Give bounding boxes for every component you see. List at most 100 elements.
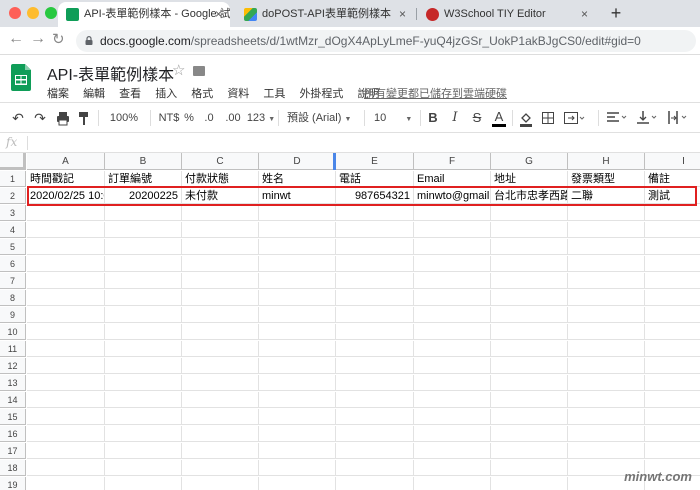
font-size-select[interactable]: 10 ▼ xyxy=(374,109,414,127)
cell[interactable] xyxy=(568,358,645,374)
cell[interactable] xyxy=(491,239,568,255)
italic-button[interactable]: I xyxy=(448,109,462,127)
cell[interactable] xyxy=(259,307,336,323)
cell[interactable] xyxy=(568,409,645,425)
cell[interactable] xyxy=(27,426,105,442)
column-header-a[interactable]: A xyxy=(27,153,105,170)
cell[interactable] xyxy=(568,443,645,459)
cell[interactable] xyxy=(27,239,105,255)
cell[interactable] xyxy=(414,460,491,476)
column-resize-handle[interactable] xyxy=(333,153,336,170)
tab-apps-script[interactable]: doPOST-API表單範例樣本 × xyxy=(236,2,414,27)
cell[interactable] xyxy=(491,222,568,238)
cell[interactable] xyxy=(568,222,645,238)
cell[interactable] xyxy=(27,477,105,490)
cell[interactable] xyxy=(336,443,414,459)
cell[interactable]: 2020/02/25 10:00 xyxy=(27,188,105,204)
cell[interactable]: 備註 xyxy=(645,171,700,187)
cell[interactable] xyxy=(645,239,700,255)
cell[interactable] xyxy=(259,443,336,459)
cell[interactable] xyxy=(336,307,414,323)
cell[interactable] xyxy=(182,205,259,221)
increase-decimal-button[interactable]: .00 xyxy=(222,109,244,127)
forward-arrow-icon[interactable]: → xyxy=(30,30,46,48)
cell[interactable]: 電話 xyxy=(336,171,414,187)
cell[interactable]: 未付款 xyxy=(182,188,259,204)
row-header[interactable]: 5 xyxy=(0,239,26,255)
cell[interactable] xyxy=(645,392,700,408)
cell[interactable] xyxy=(491,358,568,374)
cell[interactable] xyxy=(27,324,105,340)
row-header[interactable]: 14 xyxy=(0,392,26,408)
row-header[interactable]: 16 xyxy=(0,426,26,442)
cell[interactable] xyxy=(105,392,182,408)
cell[interactable] xyxy=(414,375,491,391)
cell[interactable] xyxy=(105,290,182,306)
cell[interactable] xyxy=(414,239,491,255)
menu-edit[interactable]: 編輯 xyxy=(83,85,105,101)
row-header[interactable]: 8 xyxy=(0,290,26,306)
cell[interactable] xyxy=(414,426,491,442)
cell[interactable] xyxy=(259,256,336,272)
reload-icon[interactable]: ↻ xyxy=(52,30,65,48)
cell[interactable]: 時間戳記 xyxy=(27,171,105,187)
column-header-i[interactable]: I xyxy=(645,153,700,170)
column-header-b[interactable]: B xyxy=(105,153,182,170)
text-wrapping-icon[interactable] xyxy=(666,109,688,127)
cell[interactable] xyxy=(645,426,700,442)
fill-color-icon[interactable] xyxy=(519,109,533,127)
cell[interactable] xyxy=(414,324,491,340)
cell[interactable] xyxy=(336,290,414,306)
cell[interactable] xyxy=(414,273,491,289)
cell[interactable] xyxy=(336,205,414,221)
cell[interactable] xyxy=(105,477,182,490)
row-header[interactable]: 6 xyxy=(0,256,26,272)
cell[interactable] xyxy=(491,290,568,306)
cell[interactable] xyxy=(182,375,259,391)
cell[interactable] xyxy=(568,426,645,442)
cell[interactable] xyxy=(182,409,259,425)
cell[interactable] xyxy=(27,307,105,323)
cell[interactable] xyxy=(259,426,336,442)
cell[interactable] xyxy=(336,460,414,476)
close-icon[interactable]: × xyxy=(581,2,588,27)
cell[interactable]: Email xyxy=(414,171,491,187)
cell[interactable] xyxy=(27,375,105,391)
cell[interactable] xyxy=(182,341,259,357)
cell[interactable] xyxy=(414,205,491,221)
cell[interactable] xyxy=(27,409,105,425)
cell[interactable]: minwto@gmail.com xyxy=(414,188,491,204)
cell[interactable] xyxy=(27,341,105,357)
cell[interactable] xyxy=(414,392,491,408)
url-input[interactable]: docs.google.com/spreadsheets/d/1wtMzr_dO… xyxy=(76,30,696,52)
cell[interactable] xyxy=(414,443,491,459)
cell[interactable] xyxy=(259,477,336,490)
cell[interactable] xyxy=(105,222,182,238)
formula-input[interactable] xyxy=(32,135,692,151)
cell[interactable] xyxy=(105,460,182,476)
close-icon[interactable]: × xyxy=(399,2,406,27)
cell[interactable] xyxy=(182,426,259,442)
cell[interactable] xyxy=(645,358,700,374)
column-header-c[interactable]: C xyxy=(182,153,259,170)
cell[interactable]: 地址 xyxy=(491,171,568,187)
row-header[interactable]: 4 xyxy=(0,222,26,238)
window-close-button[interactable] xyxy=(9,7,21,19)
cell[interactable] xyxy=(414,307,491,323)
tab-w3school[interactable]: W3School TIY Editor × xyxy=(418,2,596,27)
cell[interactable]: 姓名 xyxy=(259,171,336,187)
column-header-e[interactable]: E xyxy=(336,153,414,170)
cell[interactable] xyxy=(645,341,700,357)
cell[interactable] xyxy=(645,409,700,425)
cell[interactable] xyxy=(27,256,105,272)
cell[interactable] xyxy=(259,324,336,340)
cell[interactable] xyxy=(105,375,182,391)
close-icon[interactable]: × xyxy=(215,2,222,27)
cell[interactable]: 測試 xyxy=(645,188,700,204)
document-title[interactable]: API-表單範例樣本 xyxy=(47,61,174,85)
cell[interactable]: 20200225 xyxy=(105,188,182,204)
cell[interactable] xyxy=(336,341,414,357)
cell[interactable] xyxy=(568,256,645,272)
cell[interactable] xyxy=(182,358,259,374)
tab-sheets[interactable]: API-表單範例樣本 - Google 試算 × xyxy=(58,2,230,27)
